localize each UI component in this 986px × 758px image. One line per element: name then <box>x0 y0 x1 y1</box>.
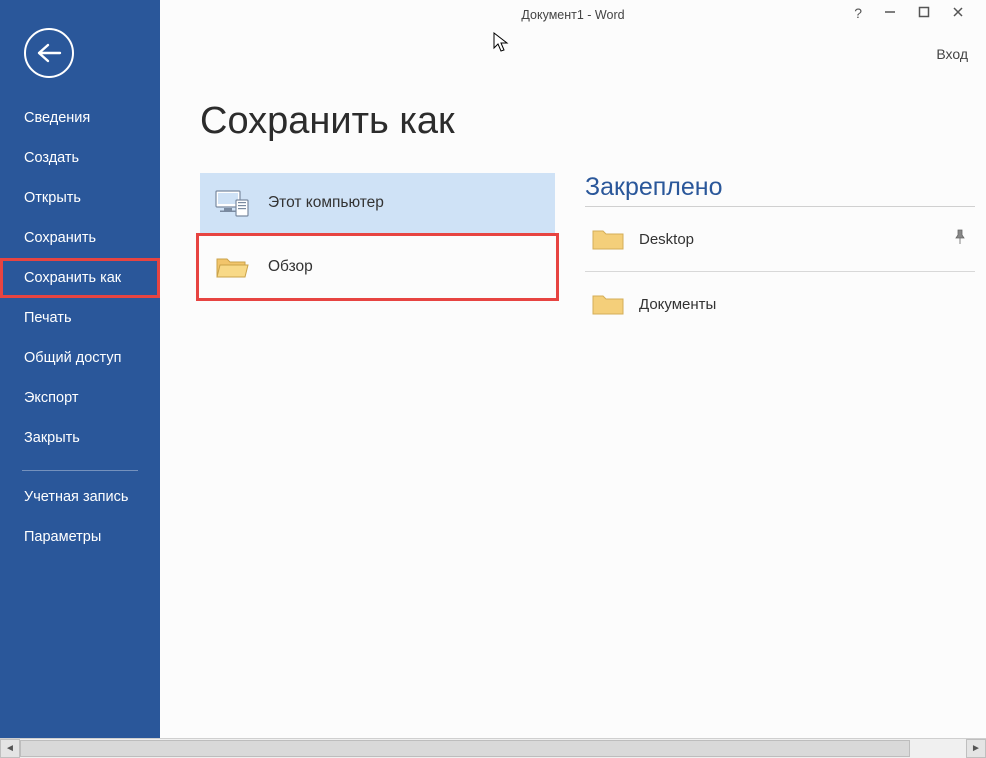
scroll-track[interactable] <box>20 739 966 758</box>
sidebar-item-export[interactable]: Экспорт <box>0 378 160 418</box>
sidebar-item-account[interactable]: Учетная запись <box>0 477 160 517</box>
page-title: Сохранить как <box>200 100 986 143</box>
location-browse-label: Обзор <box>268 258 313 276</box>
sidebar-item-close[interactable]: Закрыть <box>0 418 160 458</box>
pinned-folder-label: Документы <box>639 296 716 313</box>
browse-folder-icon <box>214 253 250 281</box>
window-controls: ? <box>854 0 986 20</box>
maximize-button[interactable] <box>918 6 930 20</box>
titlebar: Документ1 - Word ? <box>160 0 986 30</box>
help-button[interactable]: ? <box>854 6 862 20</box>
pinned-folder-desktop[interactable]: Desktop <box>585 213 975 265</box>
location-this-pc-label: Этот компьютер <box>268 194 384 212</box>
sidebar-item-save-as[interactable]: Сохранить как <box>0 258 160 298</box>
sidebar-item-new[interactable]: Создать <box>0 138 160 178</box>
sidebar-item-info[interactable]: Сведения <box>0 98 160 138</box>
pin-icon[interactable] <box>953 229 967 250</box>
pinned-folder-documents[interactable]: Документы <box>585 278 975 330</box>
pinned-folder-label: Desktop <box>639 231 694 248</box>
this-pc-icon <box>214 188 250 218</box>
location-this-pc[interactable]: Этот компьютер <box>200 173 555 233</box>
back-arrow-icon <box>36 43 62 63</box>
sidebar-item-open[interactable]: Открыть <box>0 178 160 218</box>
sidebar-divider <box>22 470 138 471</box>
pinned-divider <box>585 206 975 207</box>
sign-in-link[interactable]: Вход <box>936 46 968 62</box>
sidebar-item-print[interactable]: Печать <box>0 298 160 338</box>
pinned-pane: Закреплено Desktop <box>585 173 986 330</box>
back-button[interactable] <box>24 28 74 78</box>
window-title: Документ1 - Word <box>521 8 624 22</box>
scroll-right-arrow[interactable]: ► <box>966 739 986 758</box>
location-browse[interactable]: Обзор <box>200 237 555 297</box>
sidebar-item-save[interactable]: Сохранить <box>0 218 160 258</box>
cursor-icon <box>492 32 510 59</box>
backstage-sidebar: Сведения Создать Открыть Сохранить Сохра… <box>0 0 160 738</box>
horizontal-scrollbar[interactable]: ◄ ► <box>0 738 986 758</box>
save-locations-list: Этот компьютер Обзор <box>200 173 555 330</box>
folder-icon <box>591 226 625 252</box>
sidebar-item-options[interactable]: Параметры <box>0 517 160 557</box>
pinned-heading: Закреплено <box>585 173 986 202</box>
scroll-left-arrow[interactable]: ◄ <box>0 739 20 758</box>
folder-icon <box>591 291 625 317</box>
close-button[interactable] <box>952 6 964 20</box>
scroll-thumb[interactable] <box>20 740 910 757</box>
minimize-button[interactable] <box>884 6 896 20</box>
pinned-separator <box>585 271 975 272</box>
sidebar-item-share[interactable]: Общий доступ <box>0 338 160 378</box>
backstage-main: Документ1 - Word ? Вход Сохранить как <box>160 0 986 738</box>
